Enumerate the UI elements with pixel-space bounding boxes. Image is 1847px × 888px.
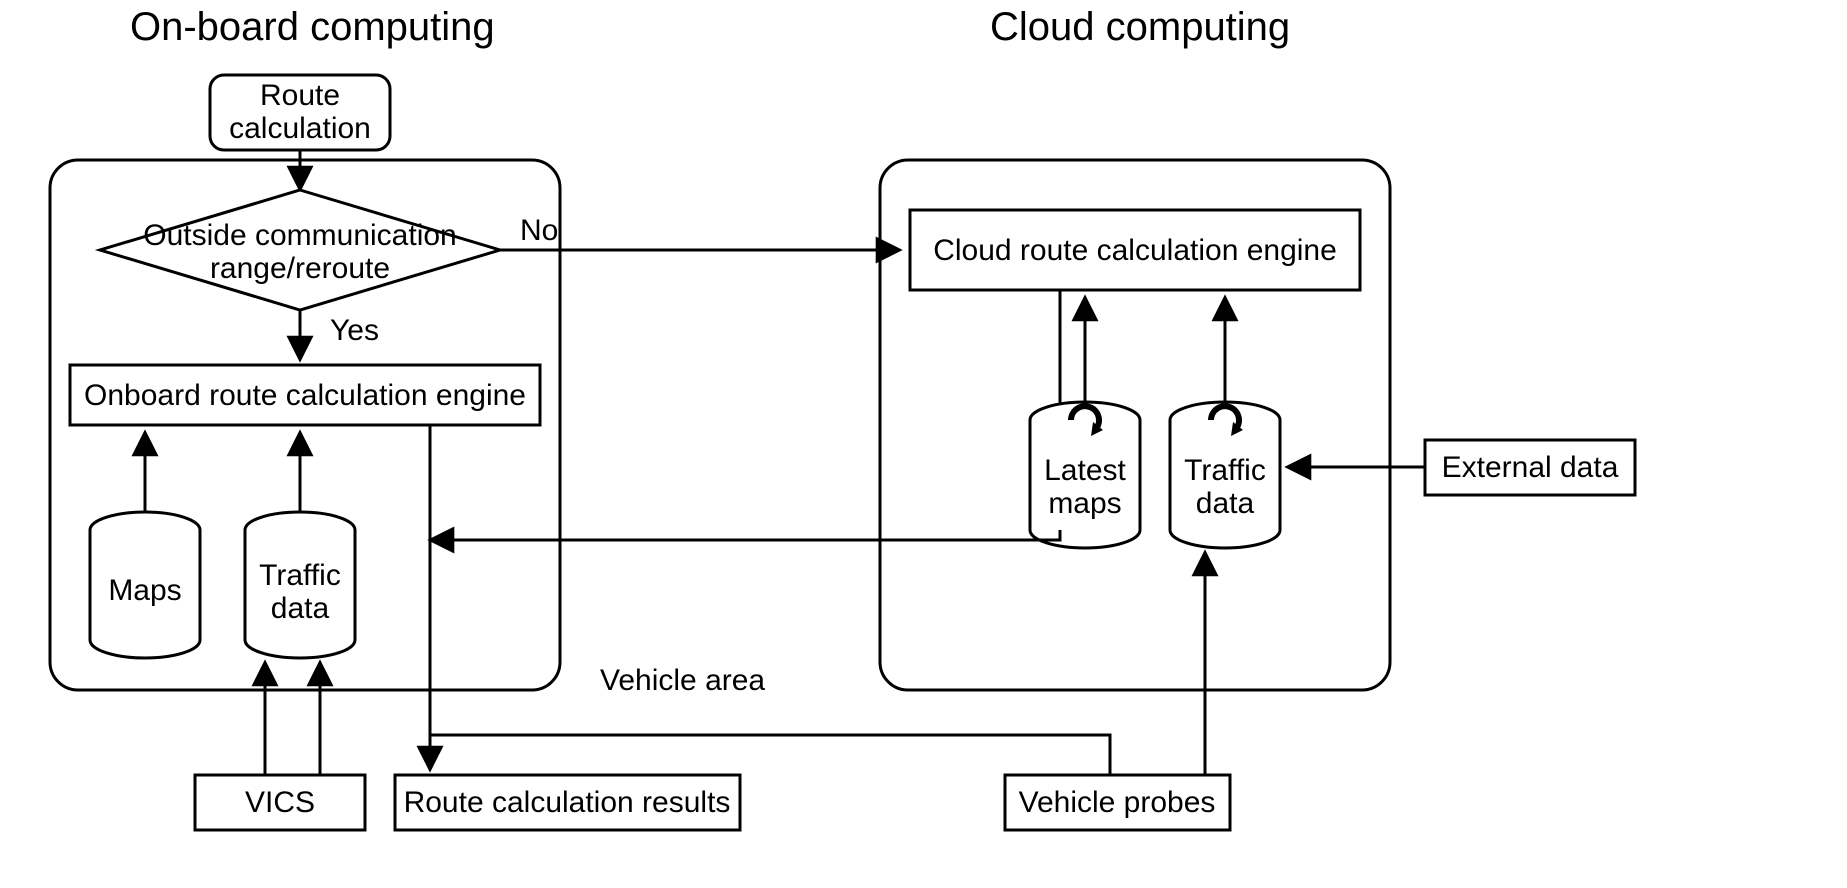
svg-text:Vehicle probes: Vehicle probes bbox=[1019, 786, 1216, 819]
vehicle-area-label: Vehicle area bbox=[600, 664, 765, 697]
svg-text:VICS: VICS bbox=[245, 786, 315, 819]
cloud-engine-node: Cloud route calculation engine bbox=[910, 210, 1360, 290]
decision-node: Outside communication range/reroute bbox=[100, 190, 500, 310]
svg-text:Outside communication: Outside communication bbox=[143, 219, 456, 252]
latest-maps-cylinder: Latest maps bbox=[1030, 402, 1140, 548]
svg-text:Cloud route calculation engine: Cloud route calculation engine bbox=[933, 234, 1337, 267]
svg-text:data: data bbox=[271, 592, 330, 625]
svg-text:Route calculation results: Route calculation results bbox=[404, 786, 731, 819]
route-calc-node: Route calculation bbox=[210, 75, 390, 150]
svg-text:Traffic: Traffic bbox=[1184, 454, 1266, 487]
svg-text:External data: External data bbox=[1442, 451, 1619, 484]
svg-text:Onboard route calculation engi: Onboard route calculation engine bbox=[84, 379, 526, 412]
traffic-cloud-cylinder: Traffic data bbox=[1170, 402, 1280, 548]
vehicle-probes-node: Vehicle probes bbox=[1005, 775, 1230, 830]
edge-yes-label: Yes bbox=[330, 314, 379, 347]
results-node: Route calculation results bbox=[395, 775, 740, 830]
vics-node: VICS bbox=[195, 775, 365, 830]
onboard-title: On-board computing bbox=[130, 5, 495, 49]
external-data-node: External data bbox=[1425, 440, 1635, 495]
svg-text:range/reroute: range/reroute bbox=[210, 252, 390, 285]
edge-no-label: No bbox=[520, 214, 558, 247]
svg-text:data: data bbox=[1196, 487, 1255, 520]
svg-text:calculation: calculation bbox=[229, 112, 371, 145]
traffic-onboard-cylinder: Traffic data bbox=[245, 512, 355, 658]
diagram-canvas: On-board computing Cloud computing Route… bbox=[0, 0, 1847, 888]
svg-text:Route: Route bbox=[260, 79, 340, 112]
svg-text:Maps: Maps bbox=[108, 574, 181, 607]
svg-text:Traffic: Traffic bbox=[259, 559, 341, 592]
maps-cylinder: Maps bbox=[90, 512, 200, 658]
svg-text:Latest: Latest bbox=[1044, 454, 1126, 487]
svg-text:maps: maps bbox=[1048, 487, 1121, 520]
cloud-title: Cloud computing bbox=[990, 5, 1290, 49]
onboard-engine-node: Onboard route calculation engine bbox=[70, 365, 540, 425]
edge-results-vehicleprobes bbox=[430, 735, 1110, 775]
